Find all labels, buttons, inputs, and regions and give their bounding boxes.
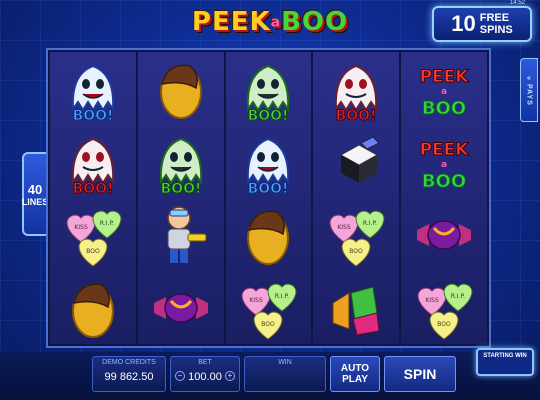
svg-text:a: a	[441, 160, 447, 170]
win-panel: WIN	[244, 356, 326, 392]
svg-text:R.I.P.: R.I.P.	[275, 293, 289, 300]
chevron-left-icon: «	[527, 74, 531, 82]
credits-value: 99 862.50	[104, 371, 154, 383]
lines-count: 40	[27, 181, 43, 197]
svg-text:R.I.P.: R.I.P.	[451, 293, 465, 300]
lines-label: LINES	[21, 196, 49, 207]
symbol-hearts: KISS R.I.P. BOO	[226, 271, 312, 344]
symbol-ghost-green: BOO!	[138, 125, 224, 198]
logo-peek: PEEK	[191, 7, 271, 37]
symbol-ghost-white: BOO!	[50, 125, 136, 198]
svg-text:BOO: BOO	[422, 171, 466, 192]
reel-1: BOO! BOO! KISS R.I.P. BOO	[50, 52, 136, 344]
bet-increase-button[interactable]: +	[225, 371, 235, 381]
svg-text:PEEK: PEEK	[420, 67, 470, 87]
reel-5: PEEK a BOO PEEK a BOO KISS R.I.P. BOO	[401, 52, 487, 344]
svg-text:BOO!: BOO!	[160, 181, 201, 197]
svg-text:R.I.P.: R.I.P.	[363, 220, 377, 227]
starting-win-box: STARTING WIN	[476, 348, 534, 376]
logo-boo: BOO	[281, 7, 349, 37]
svg-text:a: a	[441, 87, 447, 97]
reel-grid: BOO! BOO! KISS R.I.P. BOO BOO! BOO! BOO!…	[46, 48, 491, 348]
symbol-ghost-blue: BOO!	[50, 52, 136, 125]
starting-win-label: STARTING WIN	[483, 353, 527, 359]
free-spins-badge: 10 FREE SPINS	[432, 6, 532, 42]
symbol-candy-wrapped	[401, 198, 487, 271]
logo-a: a	[270, 14, 282, 31]
win-label: WIN	[278, 359, 292, 366]
symbol-ghost-blue: BOO!	[226, 125, 312, 198]
symbol-chocolate-coin	[50, 271, 136, 344]
pays-tab[interactable]: « PAYS	[520, 58, 538, 122]
bet-label: BET	[198, 359, 212, 366]
symbol-jelly	[313, 271, 399, 344]
free-spins-count: 10	[451, 11, 476, 36]
symbol-logo: PEEK a BOO	[401, 52, 487, 125]
lines-indicator: 40 LINES	[22, 152, 48, 236]
svg-text:R.I.P.: R.I.P.	[100, 220, 114, 227]
svg-text:BOO!: BOO!	[72, 108, 113, 124]
reel-4: BOO! KISS R.I.P. BOO	[313, 52, 400, 344]
symbol-chocolate-coin	[226, 198, 312, 271]
credits-panel: DEMO CREDITS 99 862.50	[92, 356, 166, 392]
svg-text:KISS: KISS	[74, 224, 88, 231]
reel-2: BOO!	[137, 52, 224, 344]
symbol-ghost-white: BOO!	[313, 52, 399, 125]
symbol-candy-wrapped	[138, 271, 224, 344]
game-logo: PEEKaBOO	[190, 2, 350, 42]
auto-play-button[interactable]: AUTO PLAY	[330, 356, 380, 392]
pays-label: PAYS	[525, 83, 533, 106]
symbol-hearts: KISS R.I.P. BOO	[50, 198, 136, 271]
bet-panel: BET − 100.00 +	[170, 356, 240, 392]
svg-text:BOO: BOO	[86, 248, 100, 255]
free-spins-text: FREE SPINS	[479, 12, 513, 36]
symbol-hearts: KISS R.I.P. BOO	[401, 271, 487, 344]
svg-text:KISS: KISS	[338, 224, 352, 231]
svg-text:BOO!: BOO!	[248, 181, 289, 197]
spin-button[interactable]: SPIN	[384, 356, 456, 392]
svg-text:BOO!: BOO!	[248, 108, 289, 124]
symbol-hearts: KISS R.I.P. BOO	[313, 198, 399, 271]
symbol-astronaut-kid	[138, 198, 224, 271]
symbol-licorice-cube	[313, 125, 399, 198]
svg-text:KISS: KISS	[425, 297, 439, 304]
svg-text:BOO: BOO	[350, 248, 364, 255]
svg-text:BOO!: BOO!	[72, 181, 113, 197]
svg-text:BOO: BOO	[437, 321, 451, 328]
symbol-chocolate-coin	[138, 52, 224, 125]
svg-text:KISS: KISS	[250, 297, 264, 304]
symbol-ghost-green: BOO!	[226, 52, 312, 125]
svg-text:BOO: BOO	[262, 321, 276, 328]
svg-text:BOO!: BOO!	[336, 108, 377, 124]
reel-3: BOO! BOO! KISS R.I.P. BOO	[225, 52, 312, 344]
svg-text:BOO: BOO	[422, 98, 466, 119]
credits-label: DEMO CREDITS	[102, 359, 156, 366]
svg-text:PEEK: PEEK	[420, 140, 470, 160]
symbol-logo: PEEK a BOO	[401, 125, 487, 198]
